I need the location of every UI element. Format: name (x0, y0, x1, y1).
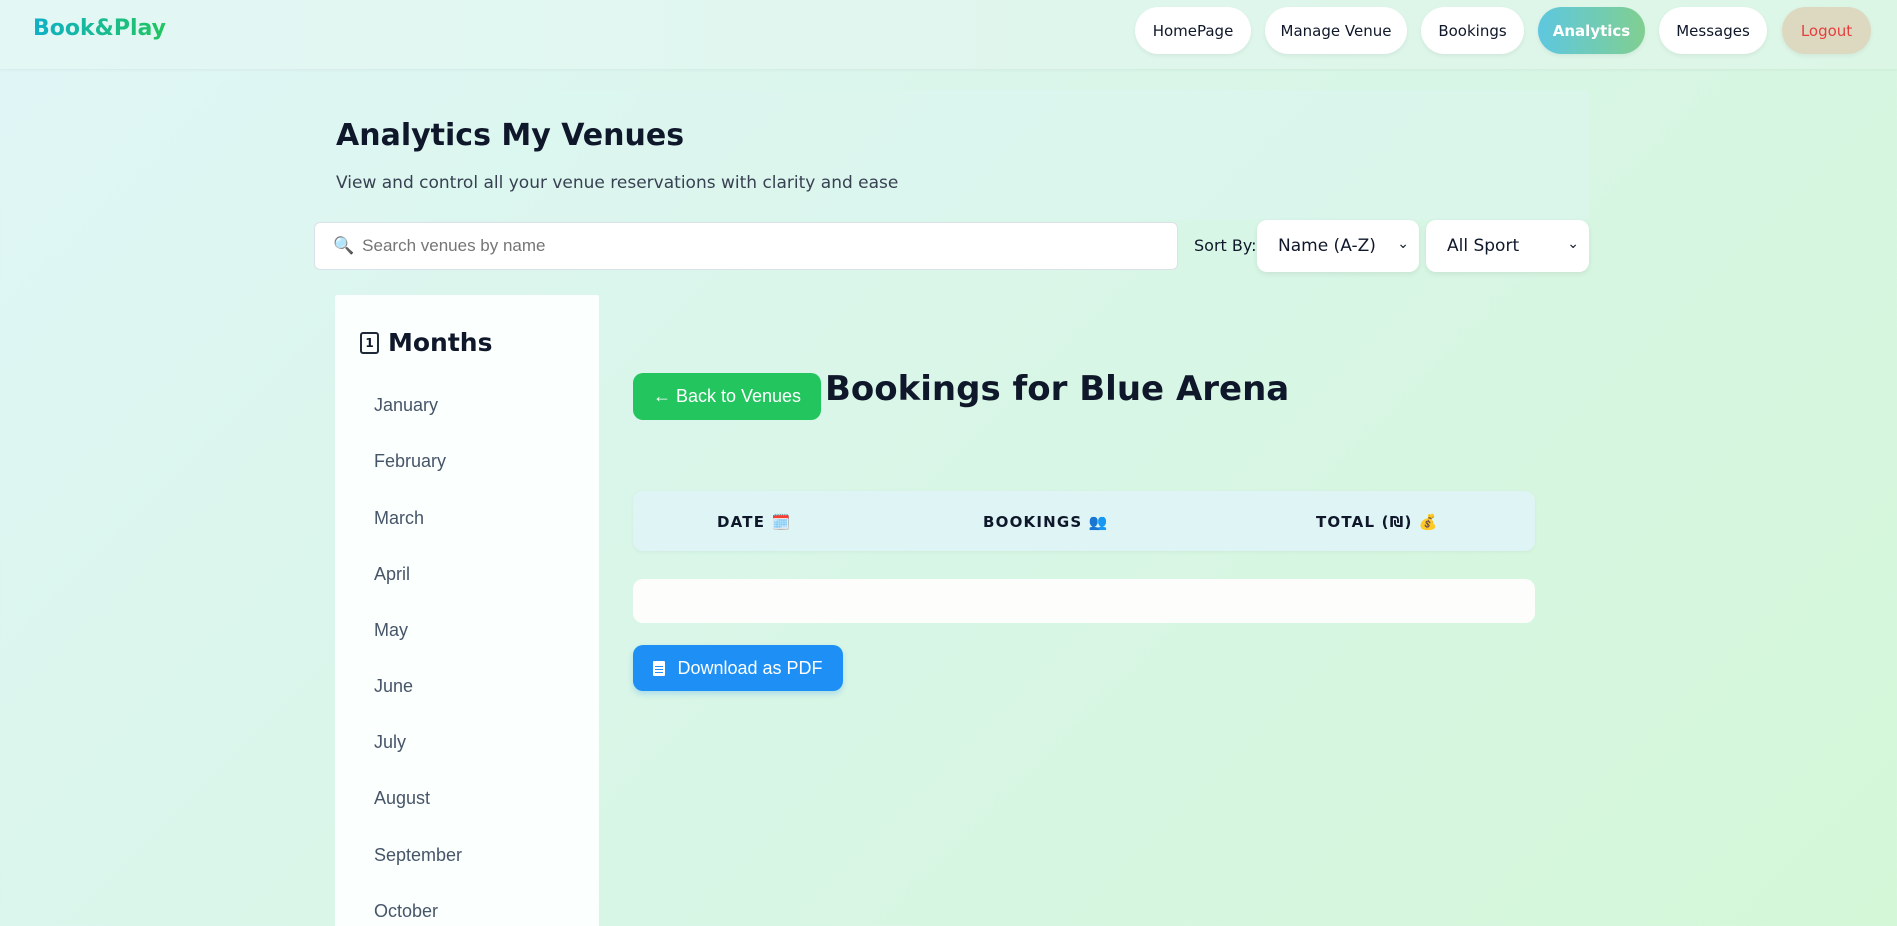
nav-bookings[interactable]: Bookings (1421, 7, 1524, 54)
back-to-venues-button[interactable]: ← Back to Venues (633, 373, 821, 420)
month-item-february[interactable]: February (374, 451, 446, 472)
sport-filter-select[interactable]: All Sport ⌄ (1426, 220, 1589, 272)
month-item-june[interactable]: June (374, 676, 413, 697)
nav-manage-venue[interactable]: Manage Venue (1265, 7, 1407, 54)
table-body-empty (633, 579, 1535, 623)
nav-messages[interactable]: Messages (1659, 7, 1767, 54)
top-navbar: Book&Play HomePage Manage Venue Bookings… (0, 0, 1897, 69)
month-item-may[interactable]: May (374, 620, 408, 641)
header-card (314, 90, 1589, 220)
download-pdf-button[interactable]: Download as PDF (633, 645, 843, 691)
sort-label: Sort By: (1194, 236, 1257, 255)
download-pdf-label: Download as PDF (677, 657, 823, 678)
sort-selected-value: Name (A-Z) (1278, 236, 1376, 256)
month-item-april[interactable]: April (374, 564, 410, 585)
search-input[interactable] (362, 236, 1177, 256)
chevron-down-icon: ⌄ (1567, 236, 1579, 252)
page-title: Analytics My Venues (336, 118, 685, 153)
bookings-table-header: DATE 🗓️ BOOKINGS 👥 TOTAL (₪) 💰 (633, 491, 1535, 551)
page-subtitle: View and control all your venue reservat… (336, 173, 899, 193)
month-item-october[interactable]: October (374, 901, 438, 922)
document-icon (653, 660, 666, 676)
nav-homepage[interactable]: HomePage (1135, 7, 1251, 54)
month-item-march[interactable]: March (374, 508, 424, 529)
chevron-down-icon: ⌄ (1397, 236, 1409, 252)
column-header-date: DATE 🗓️ (717, 513, 792, 531)
brand-logo[interactable]: Book&Play (33, 16, 166, 41)
sort-select[interactable]: Name (A-Z) ⌄ (1257, 220, 1419, 272)
month-item-january[interactable]: January (374, 395, 438, 416)
sport-selected-value: All Sport (1447, 236, 1520, 256)
calendar-icon: 1 (360, 331, 379, 354)
nav-analytics[interactable]: Analytics (1538, 7, 1645, 54)
search-box[interactable]: 🔍 (314, 222, 1178, 270)
months-heading: 1 Months (360, 328, 492, 357)
search-icon: 🔍 (333, 236, 355, 255)
month-item-september[interactable]: September (374, 845, 462, 866)
column-header-bookings: BOOKINGS 👥 (983, 513, 1109, 531)
column-header-total: TOTAL (₪) 💰 (1316, 513, 1439, 531)
bookings-title: Bookings for Blue Arena (825, 369, 1290, 409)
months-sidebar (335, 295, 599, 926)
months-heading-label: Months (388, 328, 493, 357)
nav-logout[interactable]: Logout (1782, 7, 1871, 54)
month-item-august[interactable]: August (374, 788, 430, 809)
month-item-july[interactable]: July (374, 732, 406, 753)
